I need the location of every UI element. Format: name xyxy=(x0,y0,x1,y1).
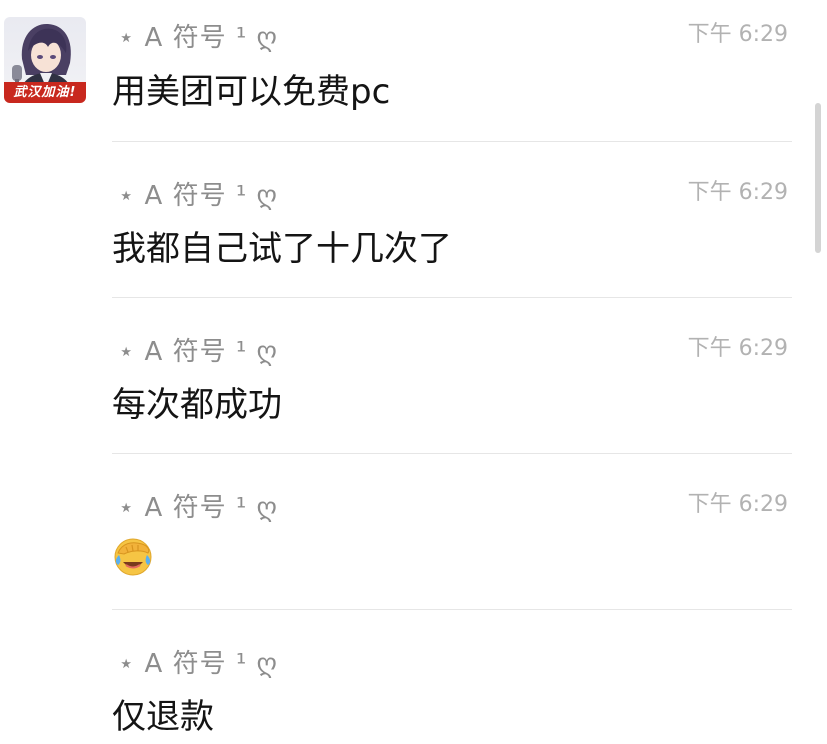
sender-name: ⋆ A 符号 ¹ ღ xyxy=(118,181,278,211)
message-emoji xyxy=(112,533,154,586)
face-palm-crying-laughing-icon xyxy=(114,538,152,576)
sender-name: ⋆ A 符号 ¹ ღ xyxy=(118,23,278,53)
message-time: 下午 6:29 xyxy=(687,492,788,517)
message-text: 我都自己试了十几次了 xyxy=(112,229,452,269)
message-time: 下午 6:29 xyxy=(687,336,788,361)
message-item[interactable]: ⋆ A 符号 ¹ ღ 下午 6:29 我都自己试了十几次了 xyxy=(112,142,792,298)
message-item[interactable]: ⋆ A 符号 ¹ ღ 仅退款 xyxy=(112,610,792,744)
avatar-banner: 武汉加油! xyxy=(4,82,86,103)
sender-name: ⋆ A 符号 ¹ ღ xyxy=(118,649,278,679)
message-text: 仅退款 xyxy=(112,697,214,737)
message-item[interactable]: ⋆ A 符号 ¹ ღ 下午 6:29 xyxy=(112,454,792,610)
sender-name: ⋆ A 符号 ¹ ღ xyxy=(118,493,278,523)
message-item[interactable]: ⋆ A 符号 ¹ ღ 下午 6:29 用美团可以免费pc xyxy=(112,0,792,142)
message-item[interactable]: ⋆ A 符号 ¹ ღ 下午 6:29 每次都成功 xyxy=(112,298,792,454)
message-time: 下午 6:29 xyxy=(687,22,788,47)
avatar[interactable]: 武汉加油! xyxy=(4,17,86,103)
message-text: 每次都成功 xyxy=(112,385,282,425)
sender-name: ⋆ A 符号 ¹ ღ xyxy=(118,337,278,367)
scrollbar-thumb[interactable] xyxy=(815,103,821,253)
message-time: 下午 6:29 xyxy=(687,180,788,205)
message-text: 用美团可以免费pc xyxy=(112,72,391,112)
